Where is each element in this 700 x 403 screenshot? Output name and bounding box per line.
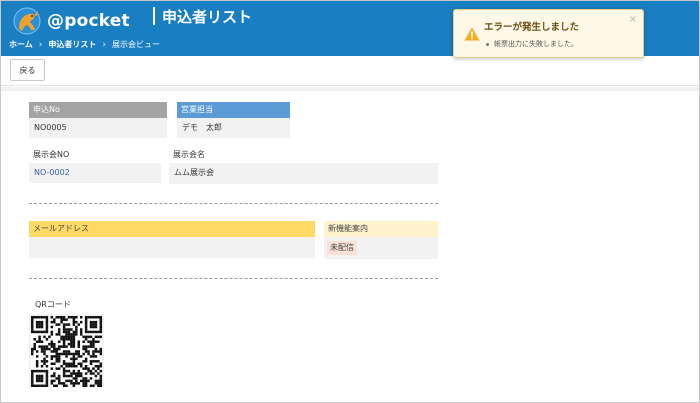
breadcrumb-home[interactable]: ホーム: [9, 39, 33, 50]
exhibition-name-value: ムム展示会: [169, 163, 438, 184]
app-logo[interactable]: @pocket: [7, 5, 130, 35]
exhibition-no-label: 展示会NO: [33, 150, 70, 159]
application-no-label: 申込No: [29, 102, 167, 118]
email-label: メールアドレス: [29, 221, 315, 237]
section-divider: [29, 203, 438, 204]
chevron-right-icon: ›: [102, 39, 106, 50]
sales-rep-value: デモ 太郎: [177, 118, 290, 138]
close-icon[interactable]: ×: [629, 14, 637, 25]
page-title: 申込者リスト: [162, 8, 253, 26]
toast-message-list: 帳票出力に失敗しました。: [486, 39, 578, 49]
title-separator: [153, 7, 155, 25]
qr-code-image: [31, 316, 103, 387]
status-badge: 未配信: [327, 241, 357, 255]
sales-rep-label: 営業担当: [177, 102, 290, 118]
qr-code-label: QRコード: [35, 300, 71, 309]
toast-title: エラーが発生しました: [484, 22, 580, 33]
exhibition-no-link[interactable]: NO-0002: [29, 163, 161, 183]
bullet-icon: [486, 42, 489, 46]
email-value: [29, 237, 315, 258]
breadcrumb: ホーム › 申込者リスト › 展示会ビュー: [9, 39, 160, 50]
warning-icon: [464, 27, 480, 41]
application-no-value: NO0005: [29, 118, 167, 138]
toast-message: 帳票出力に失敗しました。: [494, 40, 578, 48]
section-divider: [29, 278, 438, 279]
exhibition-name-label: 展示会名: [173, 150, 205, 159]
toast-message-item: 帳票出力に失敗しました。: [486, 39, 578, 49]
new-feature-info-label: 新機能案内: [324, 221, 438, 237]
breadcrumb-current: 展示会ビュー: [111, 40, 160, 49]
error-toast: エラーが発生しました × 帳票出力に失敗しました。: [453, 9, 644, 58]
toolbar: 戻る: [1, 56, 699, 86]
kangaroo-logo-icon: [13, 7, 41, 35]
logo-text: @pocket: [47, 11, 130, 31]
app-window: @pocket 申込者リスト ホーム › 申込者リスト › 展示会ビュー 戻る …: [0, 0, 700, 403]
back-button[interactable]: 戻る: [10, 59, 45, 81]
chevron-right-icon: ›: [38, 39, 43, 50]
qr-code-box: [29, 314, 104, 387]
breadcrumb-applicant-list[interactable]: 申込者リスト: [48, 39, 96, 50]
toolbar-divider: [1, 87, 699, 91]
